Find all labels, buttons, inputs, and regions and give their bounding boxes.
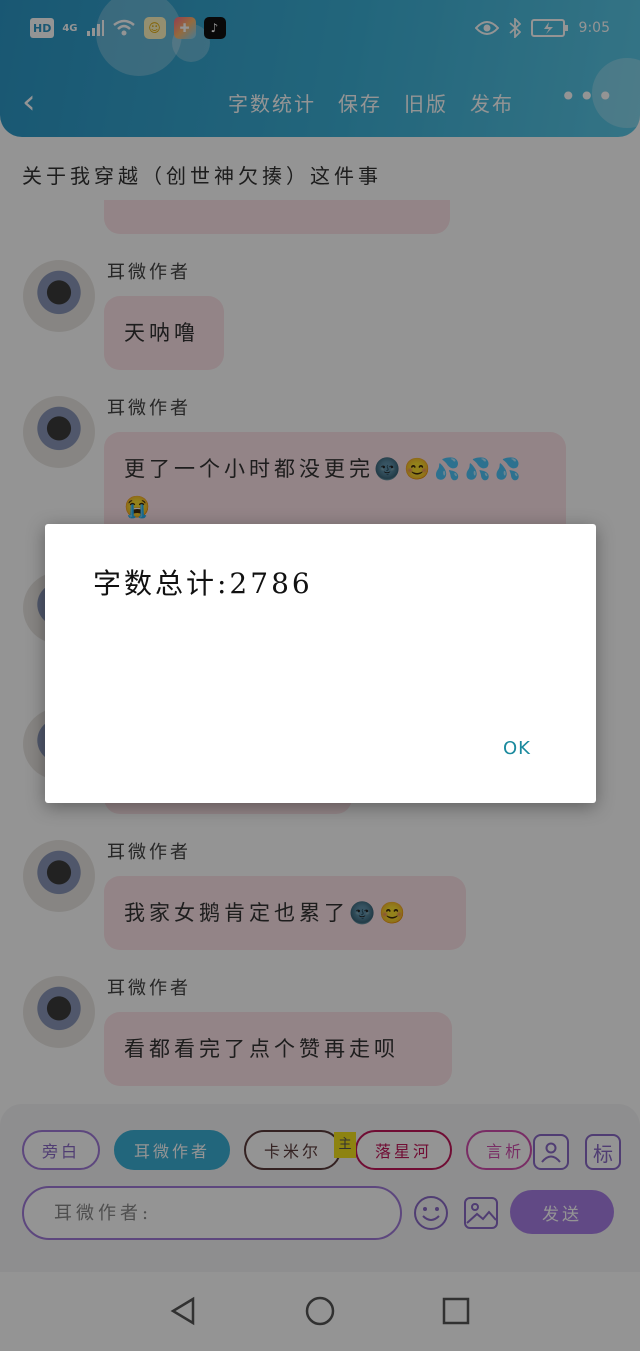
dialog-message: 字数总计:2786	[93, 567, 313, 600]
dialog-ok-button[interactable]: OK	[489, 732, 545, 765]
word-count-dialog: 字数总计:2786 OK	[45, 524, 596, 803]
